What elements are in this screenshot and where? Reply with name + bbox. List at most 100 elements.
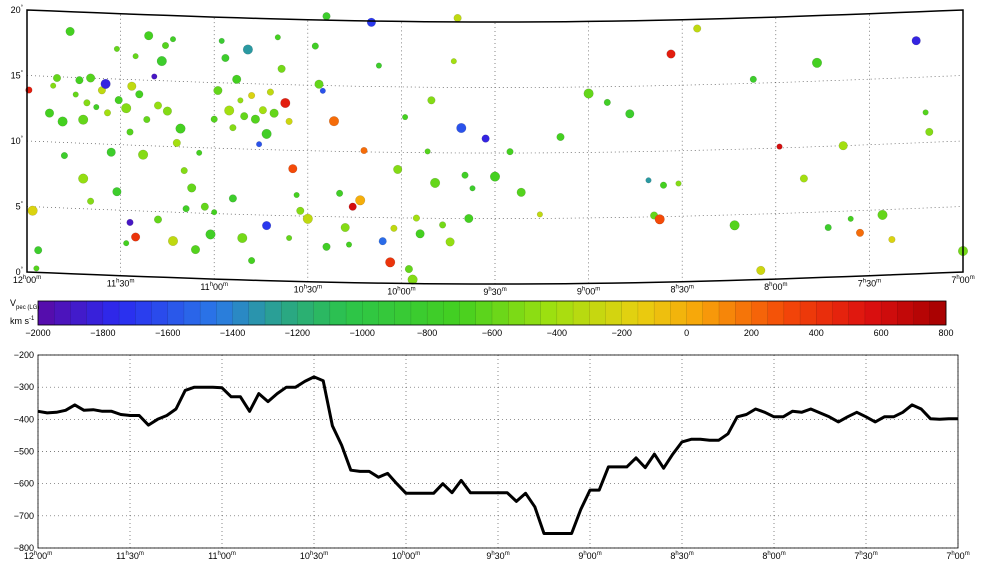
colorbar-cell	[686, 300, 704, 326]
sky-point	[210, 115, 218, 123]
colorbar-cell	[670, 300, 688, 326]
sky-point	[346, 241, 353, 248]
line-x-tick-label-m-unit: m	[47, 551, 52, 557]
colorbar-cell	[135, 300, 152, 326]
colorbar-cell	[751, 300, 769, 326]
sky-point	[138, 149, 149, 160]
sky-point	[224, 105, 235, 116]
line-y-tick-label: −400	[14, 414, 34, 424]
sky-point	[162, 106, 172, 116]
sky-x-tick-label: 7h00m	[951, 275, 974, 285]
sky-point	[262, 221, 272, 231]
sky-y-tick-label: 5°	[16, 202, 24, 212]
sky-point	[729, 220, 740, 231]
colorbar-cell	[475, 300, 493, 326]
sky-point	[45, 108, 55, 118]
sky-point	[172, 138, 181, 147]
line-chart-y-tick-labels: −200−300−400−500−600−700−800	[14, 350, 34, 553]
colorbar-cell	[199, 300, 217, 326]
colorbar-cell	[151, 300, 169, 326]
sky-point	[33, 265, 40, 272]
sky-point	[274, 34, 281, 41]
sky-point	[127, 81, 137, 91]
sky-point	[654, 214, 665, 225]
sky-x-tick-label-minutes: 00	[772, 282, 782, 292]
sky-point	[261, 128, 272, 139]
line-x-tick-label-m-unit: m	[505, 551, 510, 557]
sky-point	[922, 109, 929, 116]
sky-x-tick-label-m-unit: m	[502, 287, 507, 293]
sky-point	[288, 164, 298, 174]
line-y-tick-label: −200	[14, 350, 34, 360]
sky-point	[660, 181, 668, 189]
colorbar-tick-labels: −2000 −1800 −1600 −1400 −1200 −1000 −800 −600 −4…	[25, 328, 953, 338]
sky-point	[229, 124, 237, 132]
sky-x-tick-label-minutes: 00	[960, 275, 970, 285]
line-x-tick-label-m-unit: m	[689, 551, 694, 557]
sky-point	[412, 214, 420, 222]
sky-x-tick-label-m-unit: m	[689, 285, 694, 291]
colorbar-units: km s-1	[10, 316, 35, 326]
sky-point	[100, 78, 111, 89]
sky-y-tick-degree: °	[21, 71, 24, 77]
sky-x-tick-label-m-unit: m	[36, 275, 41, 281]
colorbar-cell	[572, 300, 590, 326]
colorbar-cell	[362, 300, 380, 326]
sky-point	[311, 42, 319, 50]
sky-point	[269, 108, 279, 118]
sky-point	[135, 90, 144, 99]
sky-point	[258, 106, 267, 115]
sky-x-tick-label-hours: 12	[13, 275, 23, 285]
line-x-tick-label: 9h30m	[486, 551, 509, 561]
sky-point	[322, 242, 331, 251]
line-x-tick-label-minutes: 00	[587, 551, 597, 561]
colorbar: −2000 −1800 −1600 −1400 −1200 −1000 −800 −600 −4…	[10, 298, 954, 338]
sky-point	[93, 104, 100, 111]
sky-point	[445, 237, 455, 247]
line-chart-grid	[37, 354, 959, 549]
sky-point	[175, 123, 186, 134]
sky-point	[625, 109, 635, 119]
line-x-tick-label: 10h30m	[300, 551, 328, 561]
sky-point	[205, 229, 216, 240]
sky-point	[490, 171, 501, 182]
sky-y-tick-degree: °	[21, 267, 24, 273]
sky-point	[213, 85, 223, 95]
sky-point	[756, 265, 766, 275]
sky-x-tick-label: 12h00m	[13, 275, 41, 285]
colorbar-cell	[653, 300, 671, 326]
colorbar-label-sub: pec (LG)	[16, 305, 39, 311]
sky-point	[427, 96, 436, 105]
sky-y-tick-degree: °	[21, 202, 24, 208]
colorbar-cell	[556, 300, 574, 326]
line-x-tick-label-minutes: 30	[863, 551, 873, 561]
colorbar-cell	[281, 300, 298, 326]
sky-point	[439, 221, 447, 229]
sky-x-tick-label-m-unit: m	[876, 279, 881, 285]
colorbar-cell	[426, 300, 444, 326]
colorbar-cell	[897, 300, 915, 326]
sky-point	[296, 206, 305, 215]
sky-point	[131, 232, 141, 242]
sky-x-tick-label: 11h00m	[200, 282, 228, 292]
sky-point	[182, 205, 190, 213]
colorbar-cell	[540, 300, 558, 326]
sky-point	[50, 82, 57, 89]
sky-point	[856, 228, 865, 237]
sky-point	[103, 109, 111, 117]
sky-point	[285, 117, 293, 125]
line-x-tick-label-m-unit: m	[873, 551, 878, 557]
colorbar-cell	[880, 300, 898, 326]
line-y-tick-label: −500	[14, 447, 34, 457]
line-chart-panel: −200−300−400−500−600−700−800 12h00m 11h30…	[14, 350, 970, 561]
sky-point	[112, 187, 122, 197]
sky-point	[57, 116, 68, 127]
sky-point	[293, 191, 300, 198]
sky-point	[27, 205, 38, 216]
sky-point	[390, 224, 398, 232]
colorbar-cell	[718, 300, 736, 326]
sky-point	[450, 58, 457, 65]
sky-point	[360, 146, 368, 154]
sky-y-tick-value: 15	[11, 71, 21, 81]
sky-point	[877, 209, 888, 220]
